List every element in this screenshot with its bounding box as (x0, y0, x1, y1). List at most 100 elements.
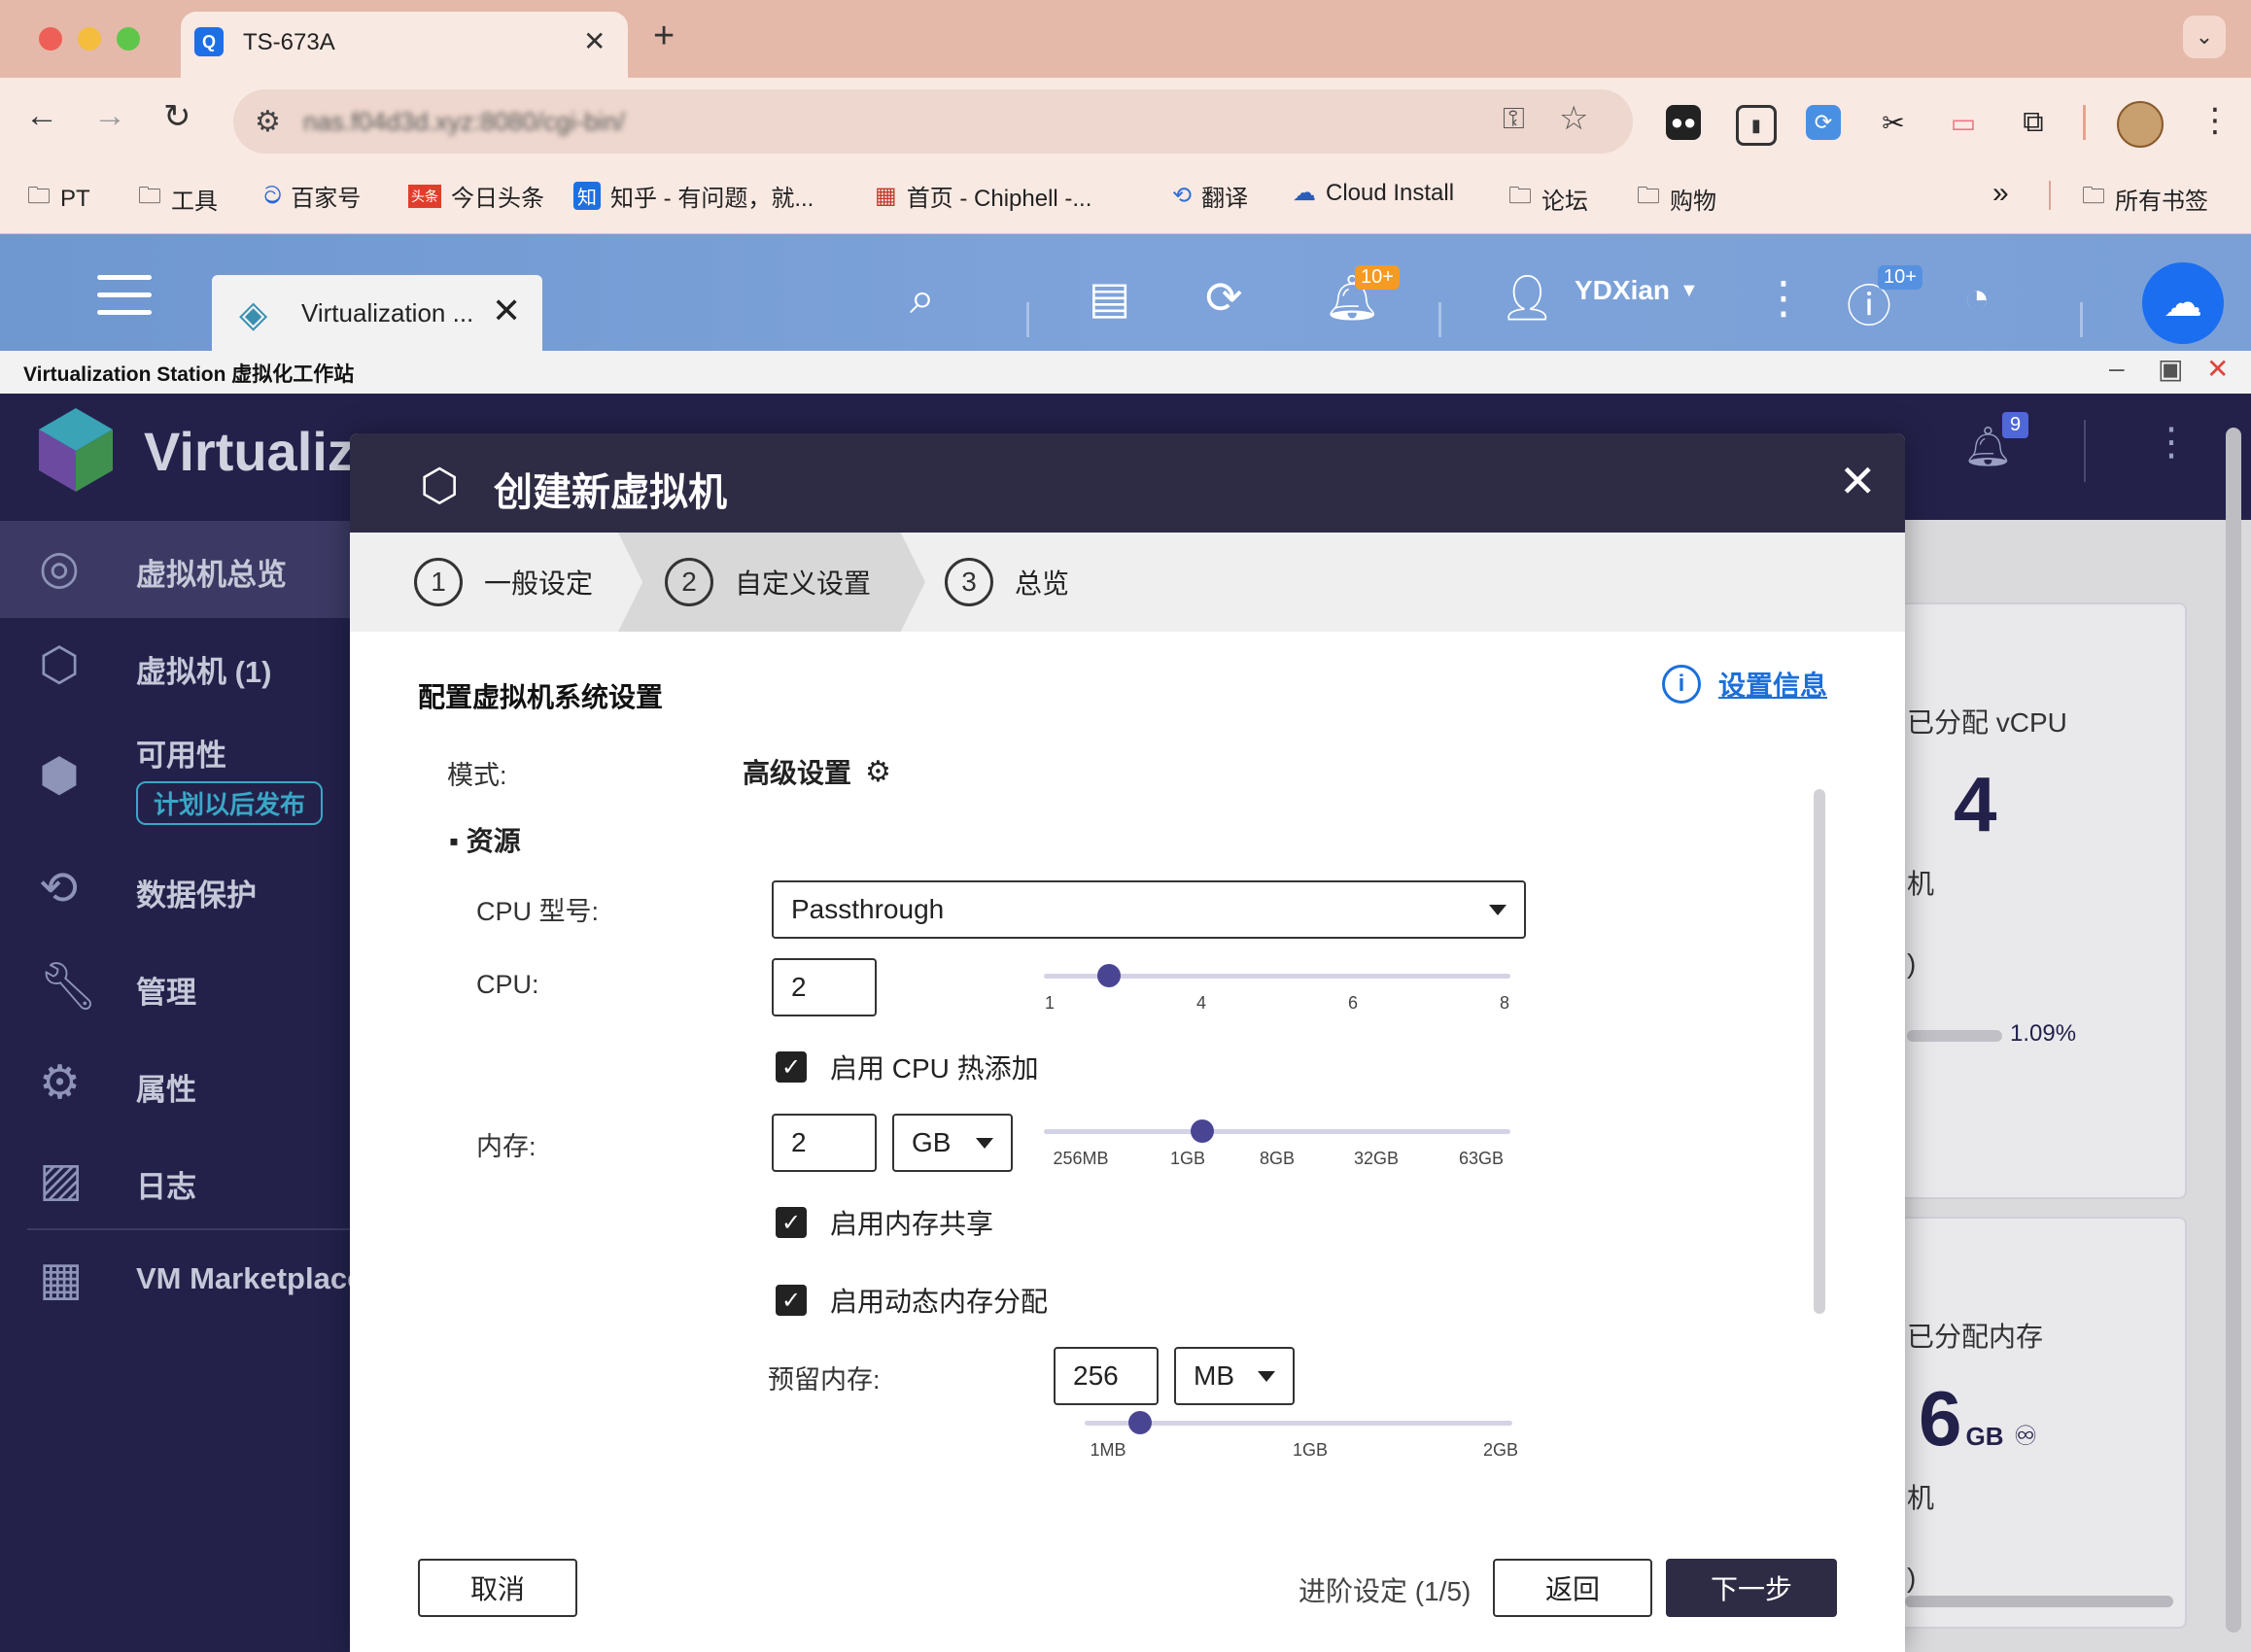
folder-icon: 🗀 (1508, 183, 1532, 209)
dialog-close-icon[interactable]: ✕ (1839, 455, 1877, 507)
chiphell-icon: ▦ (875, 183, 897, 209)
sidebar-item-label: 可用性 (136, 739, 226, 773)
more-options-icon[interactable]: ⋮ (1761, 271, 1806, 324)
qts-main-menu-icon[interactable] (97, 275, 152, 327)
bookmark-star-icon[interactable]: ☆ (1559, 99, 1588, 138)
cpu-model-select[interactable]: Passthrough (772, 880, 1526, 939)
bookmark-chiphell[interactable]: ▦ 首页 - Chiphell -... (875, 179, 1091, 213)
forward-arrow-icon[interactable]: → (93, 97, 126, 135)
password-key-icon[interactable]: ⚿ (1503, 103, 1525, 136)
memory-slider-thumb[interactable] (1191, 1119, 1215, 1143)
back-button[interactable]: 返回 (1493, 1559, 1652, 1617)
memory-unit-select[interactable]: GB (892, 1114, 1013, 1172)
tab-close-icon[interactable]: ✕ (583, 25, 606, 57)
bookmark-toutiao[interactable]: 头条 今日头条 (408, 179, 544, 213)
dashboard-icon: ◎ (39, 542, 80, 594)
info-badge: 10+ (1878, 265, 1922, 290)
cpu-count-input[interactable] (772, 958, 877, 1016)
memory-input[interactable] (772, 1114, 877, 1172)
browser-tab[interactable]: Q TS-673A ✕ (181, 12, 628, 78)
dialog-scrollbar[interactable] (1814, 789, 1825, 1314)
minimize-icon[interactable]: – (2109, 353, 2125, 384)
sidebar-item-label: 虚拟机总览 (136, 558, 287, 592)
new-tab-button[interactable]: + (653, 16, 675, 57)
memory-card-label: 已分配内存 (1907, 1322, 2044, 1352)
extension-screenshot-icon[interactable]: ✂ (1876, 105, 1911, 140)
reserved-slider-thumb[interactable] (1128, 1411, 1153, 1434)
browser-menu-icon[interactable]: ⋮ (2199, 101, 2232, 140)
chevron-down-icon: ▼ (1680, 279, 1699, 301)
dashboard-gauge-icon[interactable]: ◔ (1963, 271, 1991, 324)
cancel-button[interactable]: 取消 (418, 1559, 577, 1617)
cpu-hotplug-checkbox[interactable]: ✓ 启用 CPU 热添加 (776, 1048, 1039, 1086)
mode-selector[interactable]: 高级设置 ⚙ (743, 752, 891, 791)
sidebar-item-overview[interactable]: ◎ 虚拟机总览 (0, 521, 350, 618)
bookmark-tools[interactable]: 🗀 工具 (138, 179, 218, 219)
qts-tab-close-icon[interactable]: ✕ (492, 291, 521, 331)
sync-icon[interactable]: ⟳ (1205, 271, 1243, 324)
reserved-memory-input[interactable] (1054, 1347, 1159, 1405)
search-icon[interactable]: ⌕ (910, 271, 935, 326)
sidebar-item-label: 数据保护 (136, 878, 257, 912)
notification-badge: 10+ (1355, 265, 1400, 290)
profile-avatar[interactable] (2117, 101, 2164, 148)
step-custom[interactable]: 2 自定义设置 (665, 533, 871, 632)
zoom-window-button[interactable] (117, 27, 140, 51)
user-menu[interactable]: YDXian ▼ (1575, 275, 1699, 306)
step-general[interactable]: 1 一般设定 (414, 533, 593, 632)
tab-search-button[interactable]: ⌄ (2183, 16, 2226, 58)
memory-share-checkbox[interactable]: ✓ 启用内存共享 (776, 1203, 993, 1242)
qts-app-tab[interactable]: ◈ Virtualization ... ✕ (212, 275, 542, 351)
sidebar-item-data-protection[interactable]: ⟲ 数据保护 (0, 842, 350, 939)
cpu-slider-thumb[interactable] (1097, 964, 1122, 987)
restore-icon[interactable]: ▣ (2158, 353, 2183, 385)
reload-icon[interactable]: ↻ (163, 97, 191, 136)
bookmark-forum[interactable]: 🗀 论坛 (1508, 179, 1588, 219)
bookmark-shopping[interactable]: 🗀 购物 (1637, 179, 1716, 219)
content-hscroll[interactable] (1905, 1596, 2173, 1607)
sidebar-item-management[interactable]: 🔧︎ 管理 (0, 939, 350, 1036)
content-vscroll[interactable] (2226, 428, 2241, 1633)
reserved-unit-select[interactable]: MB (1174, 1347, 1295, 1405)
bookmark-pt[interactable]: 🗀 PT (27, 179, 90, 219)
address-bar[interactable]: ⚙ nas.f04d3d.xyz:8080/cgi-bin/ ⚿ ☆ (233, 89, 1633, 154)
bookmark-translate[interactable]: ⟲ 翻译 (1172, 179, 1248, 213)
extension-translate-icon[interactable]: ⟳ (1806, 105, 1841, 140)
step-summary[interactable]: 3 总览 (945, 533, 1069, 632)
background-tasks-icon[interactable]: ▤ (1089, 271, 1130, 324)
bookmark-baijiahao[interactable]: ට 百家号 (264, 179, 361, 213)
close-icon[interactable]: ✕ (2206, 353, 2229, 385)
user-account-icon[interactable]: 👤︎ (1499, 271, 1555, 325)
close-window-button[interactable] (39, 27, 62, 51)
minimize-window-button[interactable] (78, 27, 101, 51)
glasses-icon[interactable]: ♾ (2014, 1420, 2038, 1452)
memory-card-paren: ) (1907, 1563, 1917, 1593)
cpu-slider[interactable]: 1 4 6 8 (1044, 964, 1510, 1013)
extensions-puzzle-icon[interactable]: ⧉ (2016, 105, 2051, 140)
bookmark-zhihu[interactable]: 知知乎 - 有问题，就... (573, 179, 814, 213)
vcpu-paren: ) (1907, 948, 1917, 979)
settings-info-link[interactable]: i 设置信息 (1662, 665, 1827, 704)
tab-title: TS-673A (243, 29, 335, 55)
extension-glasses-icon[interactable]: ●● (1666, 105, 1701, 140)
extension-tv-icon[interactable]: ▭ (1946, 105, 1981, 140)
sidebar-item-properties[interactable]: ⚙ 属性 (0, 1036, 350, 1133)
dynamic-memory-checkbox[interactable]: ✓ 启用动态内存分配 (776, 1281, 1048, 1320)
memory-slider[interactable]: 256MB 1GB 8GB 32GB 63GB (1044, 1119, 1510, 1168)
bookmarks-overflow-button[interactable]: » (1992, 177, 2009, 210)
qts-separator (1438, 302, 1441, 337)
reserved-memory-slider[interactable]: 1MB 1GB 2GB (1085, 1411, 1518, 1460)
qts-separator (1026, 302, 1029, 337)
all-bookmarks-button[interactable]: 🗀 所有书签 (2082, 179, 2208, 219)
bookmark-cloud-install[interactable]: ☁ Cloud Install (1293, 179, 1454, 207)
app-more-icon[interactable]: ⋮ (2152, 420, 2191, 465)
sidebar-item-logs[interactable]: ▨ 日志 (0, 1133, 350, 1230)
site-settings-icon[interactable]: ⚙ (255, 105, 281, 139)
sidebar-item-marketplace[interactable]: ▦ VM Marketplace (0, 1232, 350, 1329)
back-arrow-icon[interactable]: ← (25, 97, 58, 135)
myqnapcloud-icon[interactable]: ☁ (2142, 262, 2224, 344)
sidebar-item-vms[interactable]: ⬡ 虚拟机 (1) (0, 618, 350, 715)
extension-shield-icon[interactable]: ▮ (1736, 105, 1777, 146)
step-label: 自定义设置 (735, 568, 872, 599)
next-button[interactable]: 下一步 (1666, 1559, 1837, 1617)
